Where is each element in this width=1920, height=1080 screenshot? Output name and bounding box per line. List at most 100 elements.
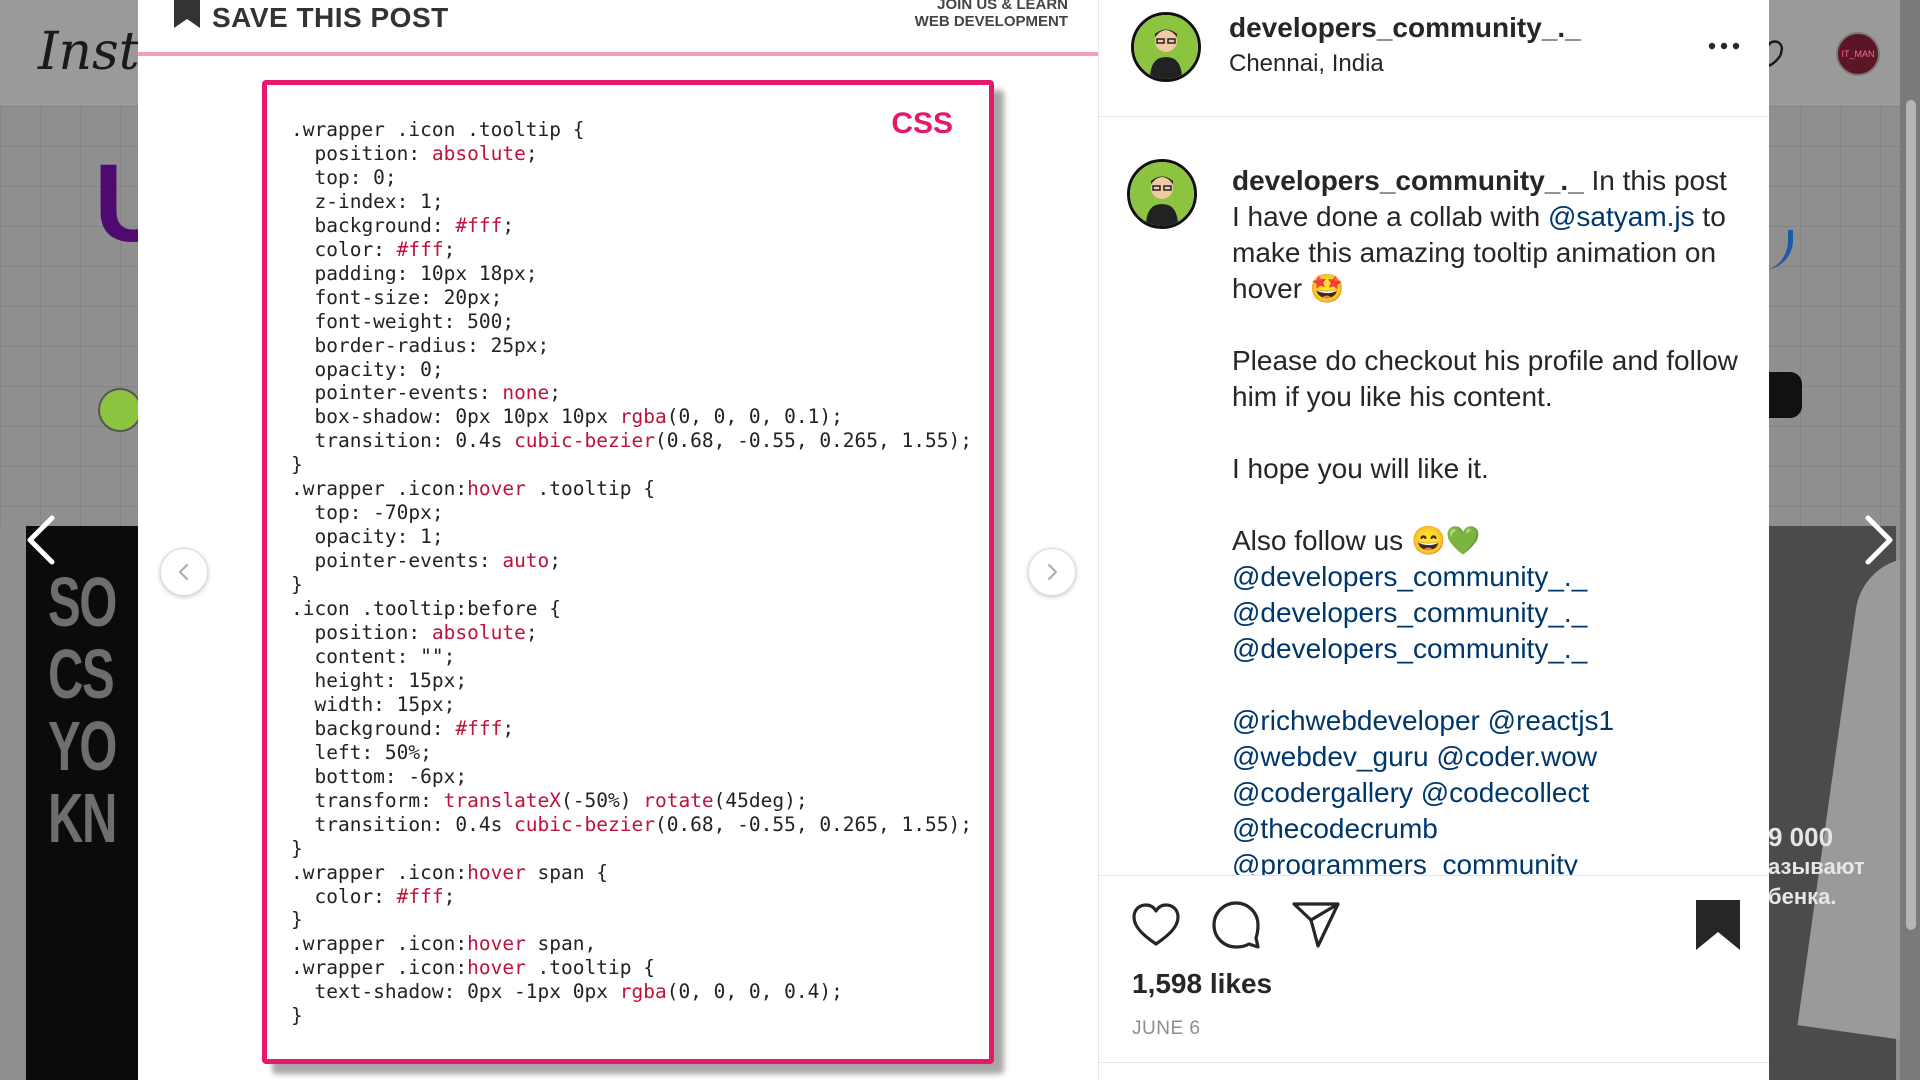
mention-link[interactable]: @developers_community_._	[1232, 559, 1742, 595]
code-token: span,	[525, 932, 597, 956]
code-line: font-weight: 500;	[291, 310, 972, 334]
chevron-right-icon	[1048, 564, 1057, 580]
mention-line[interactable]: @programmers_community	[1232, 847, 1742, 875]
code-line: }	[291, 908, 972, 932]
code-token: color:	[291, 237, 397, 261]
code-token: none	[502, 381, 550, 405]
code-token: font-weight: 500;	[291, 309, 515, 333]
post-actions: 1,598 likes JUNE 6	[1099, 876, 1769, 1076]
author-avatar[interactable]	[1131, 12, 1201, 82]
code-token: left: 50%;	[291, 740, 432, 764]
save-this-post-label: SAVE THIS POST	[212, 2, 449, 33]
chevron-left-icon	[179, 564, 188, 580]
code-line: .wrapper .icon .tooltip {	[291, 118, 972, 142]
divider	[1099, 1062, 1769, 1063]
code-token: .tooltip {	[525, 477, 655, 501]
code-line: }	[291, 1004, 972, 1028]
code-token: rgba	[619, 980, 667, 1004]
code-token: (45deg);	[713, 788, 808, 812]
code-token: transition: 0.4s	[291, 429, 515, 453]
code-line: position: absolute;	[291, 621, 972, 645]
code-token: (-50%)	[561, 788, 644, 812]
code-line: transform: translateX(-50%) rotate(45deg…	[291, 789, 972, 813]
next-slide-button[interactable]	[1028, 548, 1076, 596]
comment-icon[interactable]	[1209, 898, 1263, 952]
code-token: .wrapper .icon:	[291, 477, 468, 501]
caption-paragraph: Please do checkout his profile and follo…	[1232, 345, 1738, 412]
code-token: }	[291, 1004, 303, 1028]
code-line: opacity: 1;	[291, 525, 972, 549]
code-line: pointer-events: auto;	[291, 549, 972, 573]
mention-line[interactable]: @codergallery @codecollect	[1232, 775, 1742, 811]
post-caption: developers_community_._ In this post I h…	[1232, 163, 1742, 875]
css-code-block: .wrapper .icon .tooltip { position: abso…	[291, 118, 972, 1028]
previous-post-arrow-icon[interactable]	[22, 512, 58, 568]
heart-icon[interactable]	[1129, 898, 1183, 952]
code-line: color: #fff;	[291, 238, 972, 262]
code-token: translateX	[443, 788, 562, 812]
code-token: rgba	[619, 405, 667, 429]
media-top-banner: SAVE THIS POST JOIN US & LEARN WEB DEVEL…	[138, 0, 1098, 56]
code-token: .icon .tooltip:before {	[291, 597, 562, 621]
code-token: pointer-events:	[291, 549, 503, 573]
mention-line[interactable]: @thecodecrumb	[1232, 811, 1742, 847]
code-token: opacity: 0;	[291, 357, 444, 381]
code-token: cubic-bezier	[514, 812, 655, 836]
caption-paragraph: Also follow us 😄💚	[1232, 525, 1481, 556]
code-line: bottom: -6px;	[291, 765, 972, 789]
post-media: SAVE THIS POST JOIN US & LEARN WEB DEVEL…	[138, 0, 1098, 1080]
more-options-icon[interactable]	[1705, 36, 1743, 56]
post-location[interactable]: Chennai, India	[1229, 50, 1384, 78]
previous-slide-button[interactable]	[160, 548, 208, 596]
background-left-reel-text: SO CS YO KN	[48, 563, 117, 857]
code-token: bottom: -6px;	[291, 764, 468, 788]
mention-link[interactable]: @developers_community_._	[1232, 631, 1742, 667]
likes-count[interactable]: 1,598 likes	[1132, 968, 1272, 1000]
caption-username[interactable]: developers_community_._	[1232, 165, 1584, 196]
code-token: #fff	[396, 237, 444, 261]
code-token: cubic-bezier	[514, 429, 655, 453]
background-right-line: бенка.	[1768, 884, 1837, 909]
background-right-line: азывают	[1768, 854, 1865, 879]
code-token: auto	[502, 549, 550, 573]
mention-line[interactable]: @webdev_guru @coder.wow	[1232, 739, 1742, 775]
comments-area[interactable]: developers_community_._ In this post I h…	[1099, 117, 1769, 876]
author-avatar-image	[1134, 15, 1198, 79]
mention-line[interactable]: @richwebdeveloper @reactjs1	[1232, 703, 1742, 739]
code-line: }	[291, 573, 972, 597]
code-token: opacity: 1;	[291, 525, 444, 549]
code-token: span {	[525, 860, 608, 884]
code-line: position: absolute;	[291, 142, 972, 166]
send-icon[interactable]	[1289, 898, 1343, 952]
background-right-reel-text: 9 000 азывают бенка.	[1768, 822, 1865, 912]
code-token: transition: 0.4s	[291, 812, 515, 836]
author-username[interactable]: developers_community_._	[1229, 12, 1581, 44]
code-token: hover	[467, 860, 526, 884]
code-token: ;	[443, 884, 456, 908]
code-line: .wrapper .icon:hover span {	[291, 861, 972, 885]
caption-author-avatar[interactable]	[1127, 159, 1197, 229]
mention-link[interactable]: @satyam.js	[1548, 201, 1695, 232]
post-date[interactable]: JUNE 6	[1132, 1018, 1200, 1040]
page-scrollbar-thumb[interactable]	[1906, 100, 1916, 930]
caption-paragraph: I hope you will like it.	[1232, 453, 1489, 484]
code-token: }	[291, 836, 303, 860]
code-token: #fff	[455, 213, 503, 237]
code-token: transform:	[291, 788, 444, 812]
next-post-arrow-icon[interactable]	[1862, 512, 1898, 568]
bookmark-filled-icon[interactable]	[1691, 898, 1745, 952]
code-token: hover	[467, 477, 526, 501]
code-token: }	[291, 573, 303, 597]
code-token: pointer-events:	[291, 381, 503, 405]
code-line: width: 15px;	[291, 693, 972, 717]
code-line: opacity: 0;	[291, 358, 972, 382]
code-token: rotate	[643, 788, 714, 812]
code-token: .tooltip {	[525, 956, 655, 980]
code-token: ;	[549, 381, 562, 405]
code-line: text-shadow: 0px -1px 0px rgba(0, 0, 0, …	[291, 980, 972, 1004]
code-token: border-radius: 25px;	[291, 333, 550, 357]
mention-link[interactable]: @developers_community_._	[1232, 595, 1742, 631]
code-token: }	[291, 453, 303, 477]
